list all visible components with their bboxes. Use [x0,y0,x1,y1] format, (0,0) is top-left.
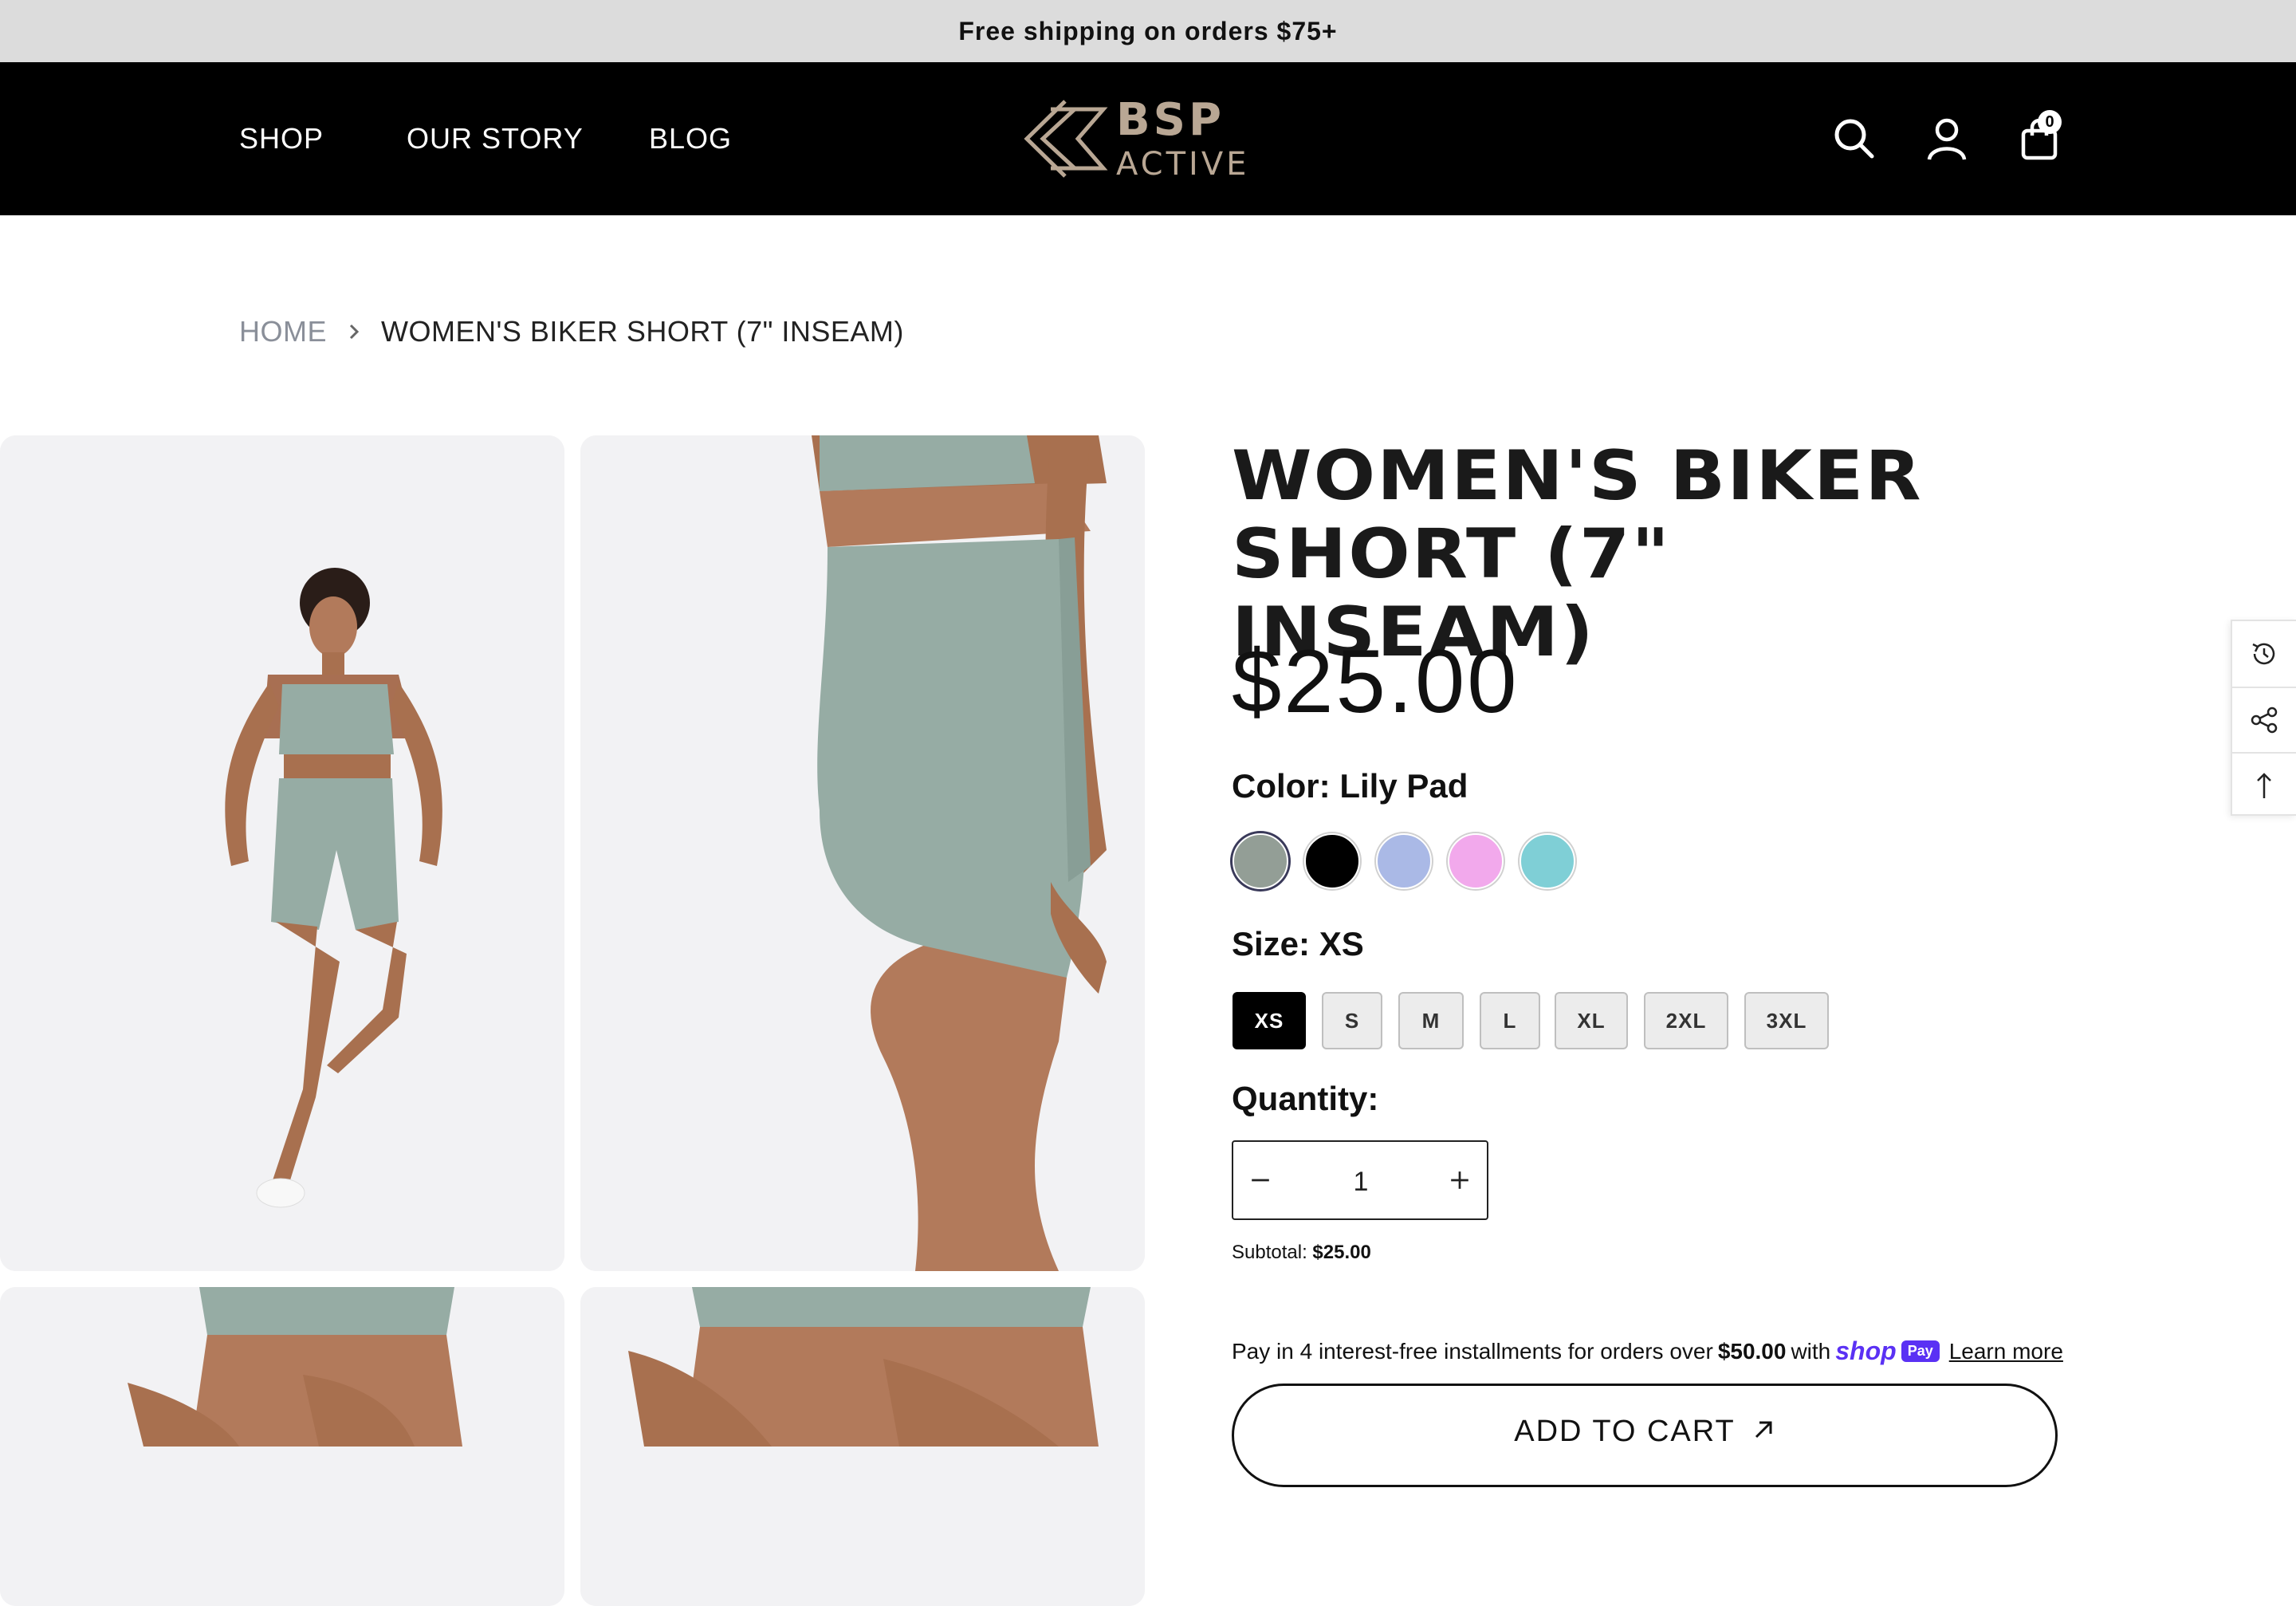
quantity-decrease-button[interactable] [1236,1156,1284,1204]
product-image-2[interactable] [580,435,1145,1271]
share-icon [2251,707,2278,734]
size-option-xs[interactable]: XS [1233,992,1306,1049]
size-value: XS [1319,925,1364,962]
site-logo[interactable]: BSP ACTIVE [1019,94,1277,183]
shop-pay-pay: Pay [1901,1340,1940,1362]
color-value: Lily Pad [1339,767,1468,805]
installments-message: Pay in 4 interest-free installments for … [1232,1336,2063,1366]
subtotal-label: Subtotal: [1232,1242,1307,1263]
size-label: Size: XS [1232,925,1364,963]
chevron-right-icon [349,324,360,340]
breadcrumb: HOME WOMEN'S BIKER SHORT (7" INSEAM) [239,313,904,350]
size-option-xl[interactable]: XL [1555,992,1628,1049]
size-option-m[interactable]: M [1398,992,1464,1049]
swatch-black[interactable] [1304,833,1360,889]
logo-text-bsp: BSP [1116,98,1225,146]
product-title-line-1: WOMEN'S BIKER [1232,436,1923,516]
shop-pay-shop: shop [1835,1336,1897,1365]
quantity-label: Quantity: [1232,1080,1379,1117]
logo-text-active: ACTIVE [1116,146,1249,179]
side-toolbar [2231,620,2296,816]
breadcrumb-current: WOMEN'S BIKER SHORT (7" INSEAM) [381,315,904,348]
swatch-aqua[interactable] [1520,833,1575,889]
nav-shop[interactable]: SHOP [239,62,324,215]
breadcrumb-home[interactable]: HOME [239,315,327,348]
product-image-1[interactable] [0,435,564,1271]
color-label: Color: Lily Pad [1232,767,1468,805]
learn-more-link[interactable]: Learn more [1949,1339,2063,1364]
subtotal: Subtotal: $25.00 [1232,1242,1371,1264]
share-button[interactable] [2232,687,2296,752]
installments-prefix: Pay in 4 interest-free installments for … [1232,1338,1713,1364]
nav-blog[interactable]: BLOG [649,62,732,215]
subtotal-value: $25.00 [1312,1242,1371,1263]
size-label-text: Size: [1232,925,1311,962]
installments-amount: $50.00 [1717,1338,1787,1364]
back-to-top-button[interactable] [2232,752,2296,817]
size-option-2xl[interactable]: 2XL [1644,992,1728,1049]
swatch-pink[interactable] [1448,833,1504,889]
size-option-l[interactable]: L [1480,992,1540,1049]
installments-with: with [1791,1338,1831,1364]
color-label-text: Color: [1232,767,1331,805]
plus-icon [1451,1171,1468,1189]
product-image-4[interactable] [580,1287,1145,1606]
recently-viewed-icon [2252,643,2275,665]
add-to-cart-label: ADD TO CART [1514,1415,1736,1448]
announcement-text: Free shipping on orders $75+ [958,16,1338,45]
search-icon[interactable] [1830,115,1878,163]
account-icon[interactable] [1923,115,1971,163]
minus-icon [1252,1179,1269,1182]
add-to-cart-button[interactable]: ADD TO CART [1232,1384,2058,1487]
quantity-stepper [1232,1140,1488,1220]
product-image-3[interactable] [0,1287,564,1606]
back-to-top-icon [2257,773,2271,798]
quantity-increase-button[interactable] [1436,1156,1484,1204]
announcement-bar: Free shipping on orders $75+ [0,0,2296,62]
shop-pay-logo: shop Pay [1835,1336,1940,1366]
swatch-lily-pad[interactable] [1233,833,1288,889]
size-option-3xl[interactable]: 3XL [1744,992,1829,1049]
arrow-up-right-icon [1755,1421,1772,1439]
quantity-input[interactable] [1313,1159,1409,1204]
nav-our-story[interactable]: OUR STORY [407,62,584,215]
recently-viewed-button[interactable] [2232,621,2296,687]
swatch-periwinkle[interactable] [1376,833,1432,889]
size-option-s[interactable]: S [1322,992,1382,1049]
cart-count-badge: 0 [2038,110,2062,134]
product-price: $25.00 [1232,632,1520,731]
site-header: SHOP OUR STORY BLOG BSP ACTIVE [0,62,2296,215]
